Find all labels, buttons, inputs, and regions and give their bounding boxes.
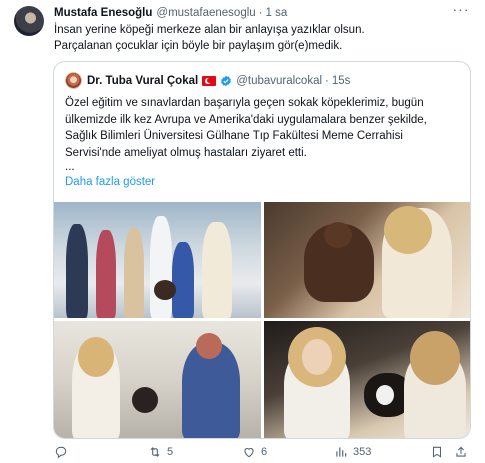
reply-button[interactable] bbox=[54, 444, 73, 460]
verified-icon bbox=[221, 75, 232, 86]
quote-text-line: ülkemizde ilk kez Avrupa ve Amerika'daki… bbox=[65, 113, 427, 126]
retweet-count: 5 bbox=[167, 446, 174, 458]
quote-avatar bbox=[65, 72, 82, 89]
separator: · bbox=[258, 7, 263, 19]
reply-icon bbox=[55, 446, 67, 459]
tweet-text-line: İnsan yerine köpeği merkeze alan bir anl… bbox=[54, 24, 365, 36]
author-handle[interactable]: @mustafaenesoglu bbox=[156, 7, 255, 19]
photo-hospital-room[interactable] bbox=[54, 202, 261, 318]
author-name[interactable]: Mustafa Enesoğlu bbox=[54, 7, 152, 19]
share-icon bbox=[456, 446, 466, 457]
photo-grid bbox=[54, 202, 470, 438]
share-button[interactable] bbox=[454, 444, 468, 460]
flag-icon bbox=[202, 75, 217, 86]
views-count: 353 bbox=[353, 446, 372, 458]
bookmark-icon bbox=[432, 446, 442, 458]
tweet-text-line: Parçalanan çocuklar için böyle bir payla… bbox=[54, 39, 343, 52]
quote-timestamp: 15s bbox=[331, 74, 351, 87]
timestamp[interactable]: 1 sa bbox=[266, 7, 288, 19]
views-button[interactable]: 353 bbox=[334, 444, 371, 460]
quote-text-line: Özel eğitim ve sınavlardan başarıyla geç… bbox=[65, 97, 424, 109]
retweet-icon bbox=[150, 447, 160, 457]
quote-author-name: Dr. Tuba Vural Çokal bbox=[87, 74, 199, 87]
quoted-tweet[interactable]: Dr. Tuba Vural Çokal @tubavuralcokal · 1… bbox=[53, 61, 471, 439]
quote-text-line: Servisi'nde ameliyat olmuş hastaları ziy… bbox=[65, 146, 307, 159]
like-icon bbox=[244, 448, 254, 458]
photo-dog-visit[interactable] bbox=[264, 202, 470, 318]
quote-text-line: Sağlık Bilimleri Üniversitesi Gülhane Tı… bbox=[65, 130, 403, 142]
tweet-text: İnsan yerine köpeği merkeze alan bir anl… bbox=[54, 23, 474, 54]
like-count: 6 bbox=[261, 446, 268, 458]
photo-selfie-with-dog[interactable] bbox=[264, 321, 470, 438]
avatar[interactable] bbox=[14, 6, 44, 36]
quote-ellipsis: ... bbox=[65, 161, 75, 173]
photo-patient-visit[interactable] bbox=[54, 321, 261, 438]
bookmark-button[interactable] bbox=[430, 444, 444, 460]
retweet-button[interactable]: 5 bbox=[148, 444, 173, 460]
like-button[interactable]: 6 bbox=[242, 444, 267, 460]
separator: · bbox=[325, 74, 329, 87]
tweet-header: Mustafa Enesoğlu @mustafaenesoglu · 1 sa bbox=[54, 5, 475, 21]
show-more-link[interactable]: Daha fazla göster bbox=[65, 176, 155, 188]
views-icon bbox=[336, 447, 347, 457]
quote-text: Özel eğitim ve sınavlardan başarıyla geç… bbox=[65, 95, 465, 161]
action-bar: 5 6 353 bbox=[54, 444, 474, 460]
tweet[interactable]: Mustafa Enesoğlu @mustafaenesoglu · 1 sa… bbox=[0, 0, 485, 463]
quote-author-handle: @tubavuralcokal bbox=[236, 74, 323, 87]
quote-header: Dr. Tuba Vural Çokal @tubavuralcokal · 1… bbox=[87, 73, 460, 88]
more-icon[interactable]: ··· bbox=[451, 2, 471, 18]
